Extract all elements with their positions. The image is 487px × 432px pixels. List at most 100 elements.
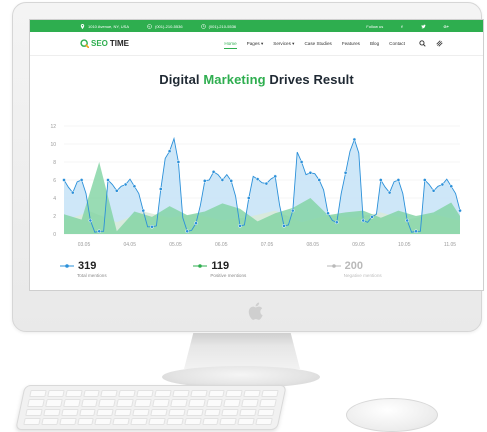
logo-mark-icon [80,39,89,48]
x-tick-label: 07.05 [261,242,274,248]
series-total-point [458,208,462,213]
keyboard-key [76,417,95,425]
nav-item-features[interactable]: Features [342,41,360,46]
series-total-point [158,187,163,191]
keyboard-key [27,399,45,407]
series-total-point [132,184,137,189]
phone-icon [147,23,152,29]
keyboard-key [225,390,244,398]
mouse [346,398,438,432]
monitor-frame: 1010 Avenue, NY, USA (001)-210-5536 (001… [12,2,484,332]
stat-negative-value: 200 [344,260,364,272]
search-icon[interactable] [419,40,426,47]
hero-title: Digital Marketing Drives Result [30,72,483,87]
follow-label: Follow us [366,23,384,29]
stat-negative-label: Negative mentions [343,273,382,278]
keyboard-key [43,408,61,416]
series-total-point [185,229,190,234]
series-total-point [255,177,260,181]
keyboard-key [243,390,261,398]
menu-toggle-icon[interactable] [436,40,443,47]
nav-item-contact[interactable]: Contact [389,41,405,46]
series-total-point [431,188,436,193]
series-total-point [141,208,146,213]
nav-item-pages[interactable]: Pages ▾ [247,41,264,47]
phone-item-1[interactable]: (001)-210-5536 [147,24,183,29]
x-tick-label: 05.05 [169,242,182,248]
google-plus-icon[interactable]: G+ [444,24,449,29]
keyboard-key [64,390,83,398]
y-tick-label: 2 [53,214,56,220]
series-total-point [97,229,102,234]
hero-title-part1: Digital [159,72,204,87]
keyboard-key [130,417,148,425]
series-total-point [62,178,66,182]
keyboard-key [221,408,240,416]
series-total-point [114,188,119,193]
keyboard-key [187,399,206,407]
keyboard [15,385,287,430]
series-total-point [326,211,330,216]
phone-item-2[interactable]: (001)-210-5536 [200,23,236,29]
series-total-point [79,178,84,182]
y-tick-label: 6 [53,178,56,184]
keyboard-key [172,390,190,398]
apple-logo-icon [248,302,263,320]
series-total-point [264,181,269,186]
keyboard-key [118,390,136,398]
y-tick-label: 12 [50,124,56,130]
nav-item-blog[interactable]: Blog [370,41,379,46]
monitor-stand-neck [184,333,300,369]
keyboard-key [80,399,99,407]
y-tick-label: 4 [53,196,56,202]
keyboard-key [112,417,130,425]
clock-icon [200,23,206,29]
x-tick-label: 11.05 [444,242,456,248]
series-total-point [378,178,383,182]
x-tick-label: 04.05 [123,242,136,248]
keyboard-key [96,408,115,416]
keyboard-key [223,399,242,407]
keyboard-key [166,417,184,425]
mentions-chart-svg: 0 2 4 6 8 10 12 03.05 04.05 05.05 06.05 07.05 08.05 0… [50,124,462,248]
series-total-point [202,179,207,183]
keyboard-key [23,417,41,425]
keyboard-key [136,390,154,398]
keyboard-key [114,408,132,416]
keyboard-key [239,408,257,416]
series-total-point [414,229,418,234]
y-tick-label: 0 [53,232,56,238]
facebook-icon[interactable]: f [401,24,402,29]
keyboard-key [98,399,117,407]
series-total-point [361,218,366,223]
series-total-point [422,178,427,182]
keyboard-key [25,408,43,416]
x-tick-label: 06.05 [215,242,228,248]
site-logo[interactable]: SEO TIME [80,39,129,48]
series-total-point [299,160,304,164]
keyboard-key [219,417,238,425]
series-total-point [70,190,75,195]
twitter-icon[interactable] [420,24,426,29]
keyboard-key [58,417,77,425]
series-total-point [220,178,225,182]
keyboard-key [116,399,134,407]
keyboard-key [185,408,204,416]
series-total-point [123,182,128,187]
stat-total-label: Total mentions [77,273,107,278]
keyboard-key [241,399,259,407]
stat-positive: 119 Positive mentions [193,260,326,278]
keyboard-key [183,417,202,425]
keyboard-key [45,399,63,407]
keyboard-key [100,390,119,398]
series-total-point [229,179,234,183]
series-total-point [387,190,392,195]
nav-menu: Home Pages ▾ Services ▾ Case Studies Fea… [224,41,405,49]
address-item: 1010 Avenue, NY, USA [80,23,129,29]
nav-item-home[interactable]: Home [224,41,237,49]
imac-mockup: 1010 Avenue, NY, USA (001)-210-5536 (001… [0,0,487,432]
nav-item-case-studies[interactable]: Case Studies [304,41,331,46]
keyboard-key [47,390,65,398]
series-total-point [176,160,181,164]
nav-item-services[interactable]: Services ▾ [273,41,294,47]
